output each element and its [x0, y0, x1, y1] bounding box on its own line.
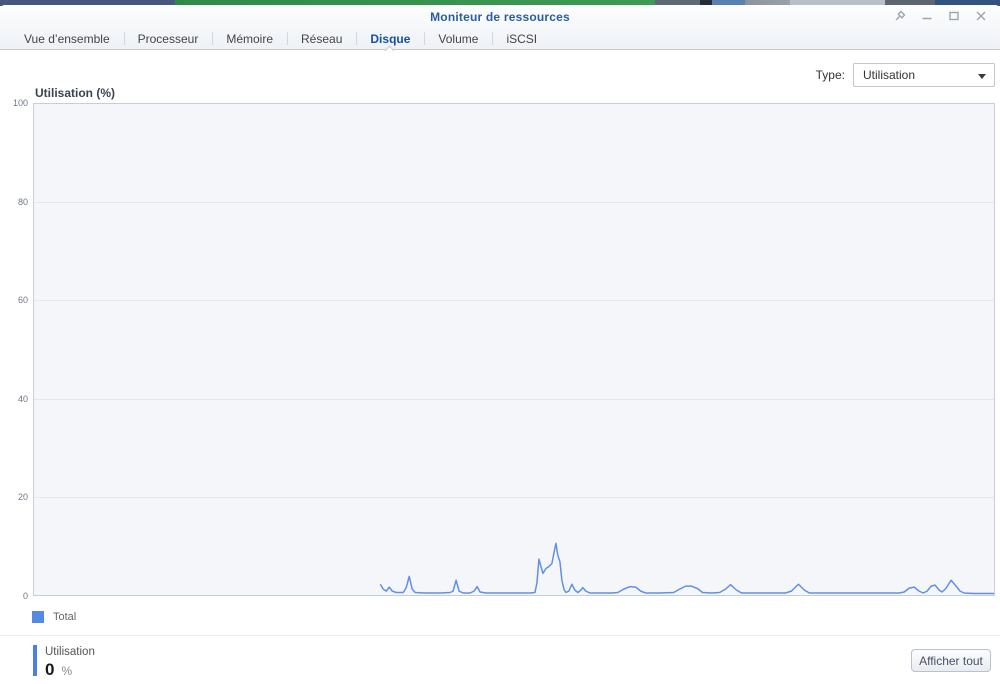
tab-reseau[interactable]: Réseau — [287, 27, 356, 50]
tab-bar: Vue d’ensemble Processeur Mémoire Réseau… — [10, 27, 551, 56]
window-header: Moniteur de ressources Vue d’ensemble Pr… — [0, 5, 1000, 56]
chart-legend: Total — [32, 611, 76, 623]
metric-unit: % — [61, 664, 73, 678]
show-all-button[interactable]: Afficher tout — [911, 649, 991, 672]
metric-value: 0 — [45, 660, 55, 679]
active-tab-notch — [384, 45, 395, 56]
ytick-0: 0 — [22, 591, 28, 601]
footer-divider — [0, 635, 1000, 636]
legend-total-swatch — [32, 611, 44, 623]
tab-memoire[interactable]: Mémoire — [212, 27, 287, 50]
chart-title: Utilisation (%) — [35, 86, 115, 100]
utilization-chart — [33, 103, 995, 596]
metric-accent-bar — [33, 645, 37, 676]
ytick-40: 40 — [17, 394, 28, 404]
minimize-icon[interactable] — [918, 8, 936, 24]
total-usage-line — [379, 542, 994, 595]
tab-vue-densemble[interactable]: Vue d’ensemble — [10, 27, 124, 50]
ytick-20: 20 — [17, 492, 28, 502]
ytick-60: 60 — [17, 295, 28, 305]
utilization-metric: Utilisation 0 % — [33, 645, 95, 680]
resource-monitor-window: Moniteur de ressources Vue d’ensemble Pr… — [0, 5, 1000, 684]
tab-iscsi[interactable]: iSCSI — [492, 27, 551, 50]
chevron-down-icon — [978, 74, 986, 79]
type-label: Type: — [815, 68, 845, 82]
type-dropdown-value: Utilisation — [863, 68, 916, 82]
tab-processeur[interactable]: Processeur — [123, 27, 213, 50]
type-selector-row: Type: Utilisation — [816, 62, 995, 88]
maximize-icon[interactable] — [945, 8, 963, 24]
window-title: Moniteur de ressources — [430, 10, 570, 24]
ytick-100: 100 — [12, 98, 28, 108]
metric-label: Utilisation — [45, 646, 95, 658]
pin-icon[interactable] — [891, 8, 909, 24]
close-icon[interactable] — [972, 8, 990, 24]
ytick-80: 80 — [17, 197, 28, 207]
window-controls — [891, 8, 990, 24]
tab-disque[interactable]: Disque — [356, 27, 424, 56]
type-dropdown[interactable]: Utilisation — [853, 63, 995, 87]
tab-volume[interactable]: Volume — [424, 27, 492, 50]
legend-total-label: Total — [53, 611, 77, 623]
